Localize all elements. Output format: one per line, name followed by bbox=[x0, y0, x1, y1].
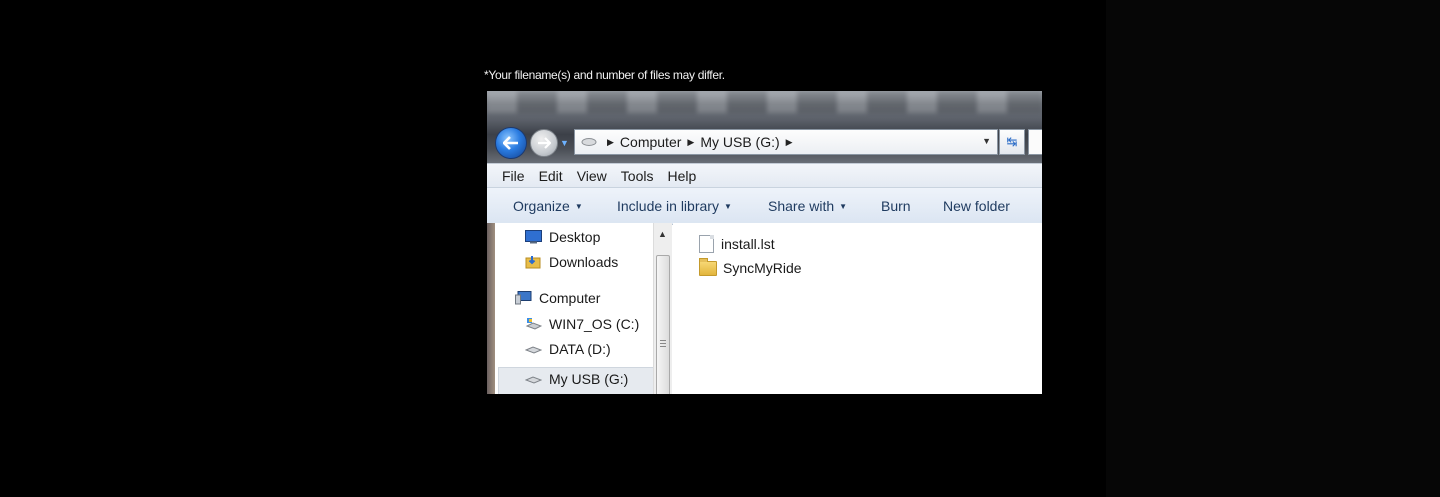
share-label: Share with bbox=[768, 198, 835, 214]
nav-label-win7-os: WIN7_OS (C:) bbox=[549, 316, 640, 332]
include-in-library-button[interactable]: Include in library ▼ bbox=[617, 198, 732, 214]
arrow-left-icon bbox=[503, 136, 518, 150]
nav-label-computer: Computer bbox=[539, 290, 601, 306]
nav-item-downloads[interactable]: Downloads bbox=[525, 254, 618, 270]
system-drive-icon bbox=[525, 317, 543, 331]
menu-bar: File Edit View Tools Help bbox=[487, 163, 1042, 188]
list-item[interactable]: SyncMyRide bbox=[699, 257, 802, 276]
menu-view[interactable]: View bbox=[577, 168, 607, 184]
menu-edit[interactable]: Edit bbox=[539, 168, 563, 184]
burn-button[interactable]: Burn bbox=[881, 198, 911, 214]
chevron-down-icon: ▼ bbox=[723, 202, 732, 211]
list-item[interactable]: install.lst bbox=[699, 235, 775, 253]
nav-label-data: DATA (D:) bbox=[549, 341, 611, 357]
new-folder-button[interactable]: New folder bbox=[943, 198, 1010, 214]
explorer-screenshot: ▼ ▶ Computer ▶ My USB (G:) ▶ ▼ ↹ File Ed… bbox=[487, 91, 1042, 394]
forward-button[interactable] bbox=[530, 129, 558, 157]
breadcrumb-separator-icon[interactable]: ▶ bbox=[786, 137, 793, 148]
command-bar: Organize ▼ Include in library ▼ Share with… bbox=[487, 187, 1042, 225]
breadcrumb-my-usb[interactable]: My USB (G:) bbox=[700, 134, 779, 150]
nav-label-desktop: Desktop bbox=[549, 229, 601, 245]
menu-help[interactable]: Help bbox=[667, 168, 696, 184]
nav-item-win7-os[interactable]: WIN7_OS (C:) bbox=[525, 316, 639, 332]
address-bar[interactable]: ▶ Computer ▶ My USB (G:) ▶ ▼ bbox=[574, 129, 998, 155]
disclaimer-caption: *Your filename(s) and number of files ma… bbox=[484, 68, 725, 82]
refresh-button[interactable]: ↹ bbox=[999, 129, 1025, 155]
back-button[interactable] bbox=[495, 127, 527, 159]
file-name: SyncMyRide bbox=[723, 260, 802, 276]
usb-drive-icon bbox=[524, 372, 543, 386]
organize-button[interactable]: Organize ▼ bbox=[513, 198, 583, 214]
recent-pages-dropdown-icon[interactable]: ▼ bbox=[560, 138, 569, 148]
computer-icon bbox=[515, 291, 532, 305]
nav-scrollbar[interactable]: ▲ bbox=[653, 223, 672, 394]
window-edge bbox=[487, 223, 495, 394]
nav-label-my-usb: My USB (G:) bbox=[549, 371, 629, 387]
menu-tools[interactable]: Tools bbox=[621, 168, 654, 184]
desktop-icon bbox=[525, 230, 542, 244]
drive-icon bbox=[524, 342, 543, 356]
nav-item-my-usb[interactable]: My USB (G:) bbox=[524, 371, 629, 387]
document-icon bbox=[699, 235, 714, 253]
arrow-right-icon bbox=[538, 137, 551, 149]
nav-label-downloads: Downloads bbox=[549, 254, 619, 270]
drive-icon bbox=[581, 138, 597, 146]
refresh-icon: ↹ bbox=[1006, 134, 1018, 149]
breadcrumb-computer[interactable]: Computer bbox=[620, 134, 681, 150]
scroll-up-icon[interactable]: ▲ bbox=[658, 229, 667, 239]
downloads-folder-icon bbox=[525, 255, 542, 269]
include-label: Include in library bbox=[617, 198, 719, 214]
organize-label: Organize bbox=[513, 198, 570, 214]
scroll-thumb[interactable] bbox=[656, 255, 670, 394]
chevron-down-icon: ▼ bbox=[574, 202, 583, 211]
breadcrumb-separator-icon[interactable]: ▶ bbox=[607, 137, 614, 148]
folder-icon bbox=[699, 257, 717, 276]
breadcrumb-separator-icon[interactable]: ▶ bbox=[687, 137, 694, 148]
nav-item-desktop[interactable]: Desktop bbox=[525, 229, 600, 245]
share-with-button[interactable]: Share with ▼ bbox=[768, 198, 847, 214]
chevron-down-icon: ▼ bbox=[839, 202, 848, 211]
background-panel bbox=[1106, 0, 1440, 497]
grip-icon bbox=[660, 340, 666, 341]
nav-item-data[interactable]: DATA (D:) bbox=[524, 341, 611, 357]
search-input[interactable] bbox=[1028, 129, 1042, 155]
menu-file[interactable]: File bbox=[502, 168, 525, 184]
nav-item-computer[interactable]: Computer bbox=[515, 290, 600, 306]
address-dropdown-icon[interactable]: ▼ bbox=[982, 136, 991, 146]
file-name: install.lst bbox=[721, 236, 775, 252]
